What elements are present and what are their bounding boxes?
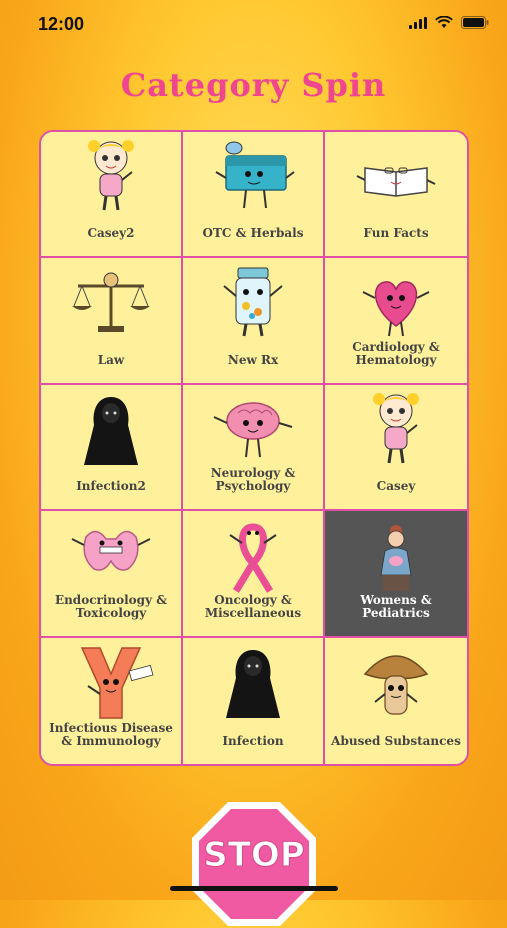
category-label: Abused Substances <box>331 734 461 748</box>
pill-bottle-icon <box>223 267 283 337</box>
category-label: New Rx <box>227 352 279 367</box>
category-tile-cardiology-hematology[interactable]: Cardiology & Hematology <box>325 258 467 385</box>
category-tile-law[interactable]: Law <box>41 258 183 385</box>
category-tile-abused-substances[interactable]: Abused Substances <box>325 637 467 764</box>
status-time: 12:00 <box>38 14 85 34</box>
category-tile-casey[interactable]: Casey <box>325 384 467 512</box>
mushroom-character-icon <box>363 654 429 715</box>
brain-character-icon <box>213 402 293 457</box>
category-label: OTC & Herbals <box>202 226 304 241</box>
heart-character-icon <box>362 281 430 337</box>
category-tile-oncology-miscellaneous[interactable]: Oncology & Miscellaneous <box>183 511 325 638</box>
category-label: Law <box>97 352 125 367</box>
category-label: Cardiology & Hematology <box>352 339 440 367</box>
category-tile-otc-herbals[interactable]: OTC & Herbals <box>183 132 325 259</box>
category-label: Fun Facts <box>363 226 429 241</box>
page-title: Category Spin <box>120 66 387 104</box>
category-tile-neurology-psychology[interactable]: Neurology & Psychology <box>183 384 325 512</box>
category-tile-infection2[interactable]: Infection2 <box>41 384 183 512</box>
grim-reaper-icon <box>226 649 280 718</box>
wifi-icon <box>435 16 453 28</box>
category-label: Infectious Disease & Immunology <box>49 721 173 748</box>
grim-reaper-icon <box>84 396 138 465</box>
category-label: Neurology & Psychology <box>210 466 296 494</box>
thyroid-character-icon <box>71 530 151 571</box>
mother-baby-icon <box>380 525 412 592</box>
category-tile-fun-facts[interactable]: Fun Facts <box>325 132 467 259</box>
stop-label: STOP <box>203 835 305 875</box>
medicine-box-icon <box>215 141 295 209</box>
pink-ribbon-icon <box>229 523 277 594</box>
category-tile-infection[interactable]: Infection <box>183 637 325 764</box>
category-label: Casey <box>376 479 416 494</box>
antibody-character-icon <box>80 646 154 719</box>
category-label: Endocrinology & Toxicology <box>54 592 168 620</box>
battery-icon <box>461 16 489 29</box>
category-label: Casey2 <box>87 226 135 241</box>
home-indicator <box>170 886 338 891</box>
category-label: Oncology & Miscellaneous <box>204 592 302 620</box>
category-tile-casey2[interactable]: Casey2 <box>41 132 183 259</box>
category-tile-infectious-disease-immunology[interactable]: Infectious Disease & Immunology <box>41 637 183 764</box>
stop-button[interactable]: STOP <box>190 800 318 928</box>
category-tile-endocrinology-toxicology[interactable]: Endocrinology & Toxicology <box>41 511 183 638</box>
status-icons <box>409 16 489 29</box>
girl-character-icon <box>88 140 134 211</box>
category-tile-new-rx[interactable]: New Rx <box>183 258 325 385</box>
category-grid: Casey2 OTC & Herbals Fun Facts Law New R… <box>39 130 469 766</box>
status-bar: 12:00 <box>0 0 507 50</box>
category-label: Infection <box>222 734 284 748</box>
category-label: Womens & Pediatrics <box>360 592 432 620</box>
girl-character-icon <box>373 392 419 464</box>
category-tile-womens-pediatrics[interactable]: Womens & Pediatrics <box>325 511 467 638</box>
open-book-icon <box>356 167 436 197</box>
scales-of-justice-icon <box>72 272 150 333</box>
category-label: Infection2 <box>76 479 146 494</box>
signal-icon <box>409 16 427 29</box>
